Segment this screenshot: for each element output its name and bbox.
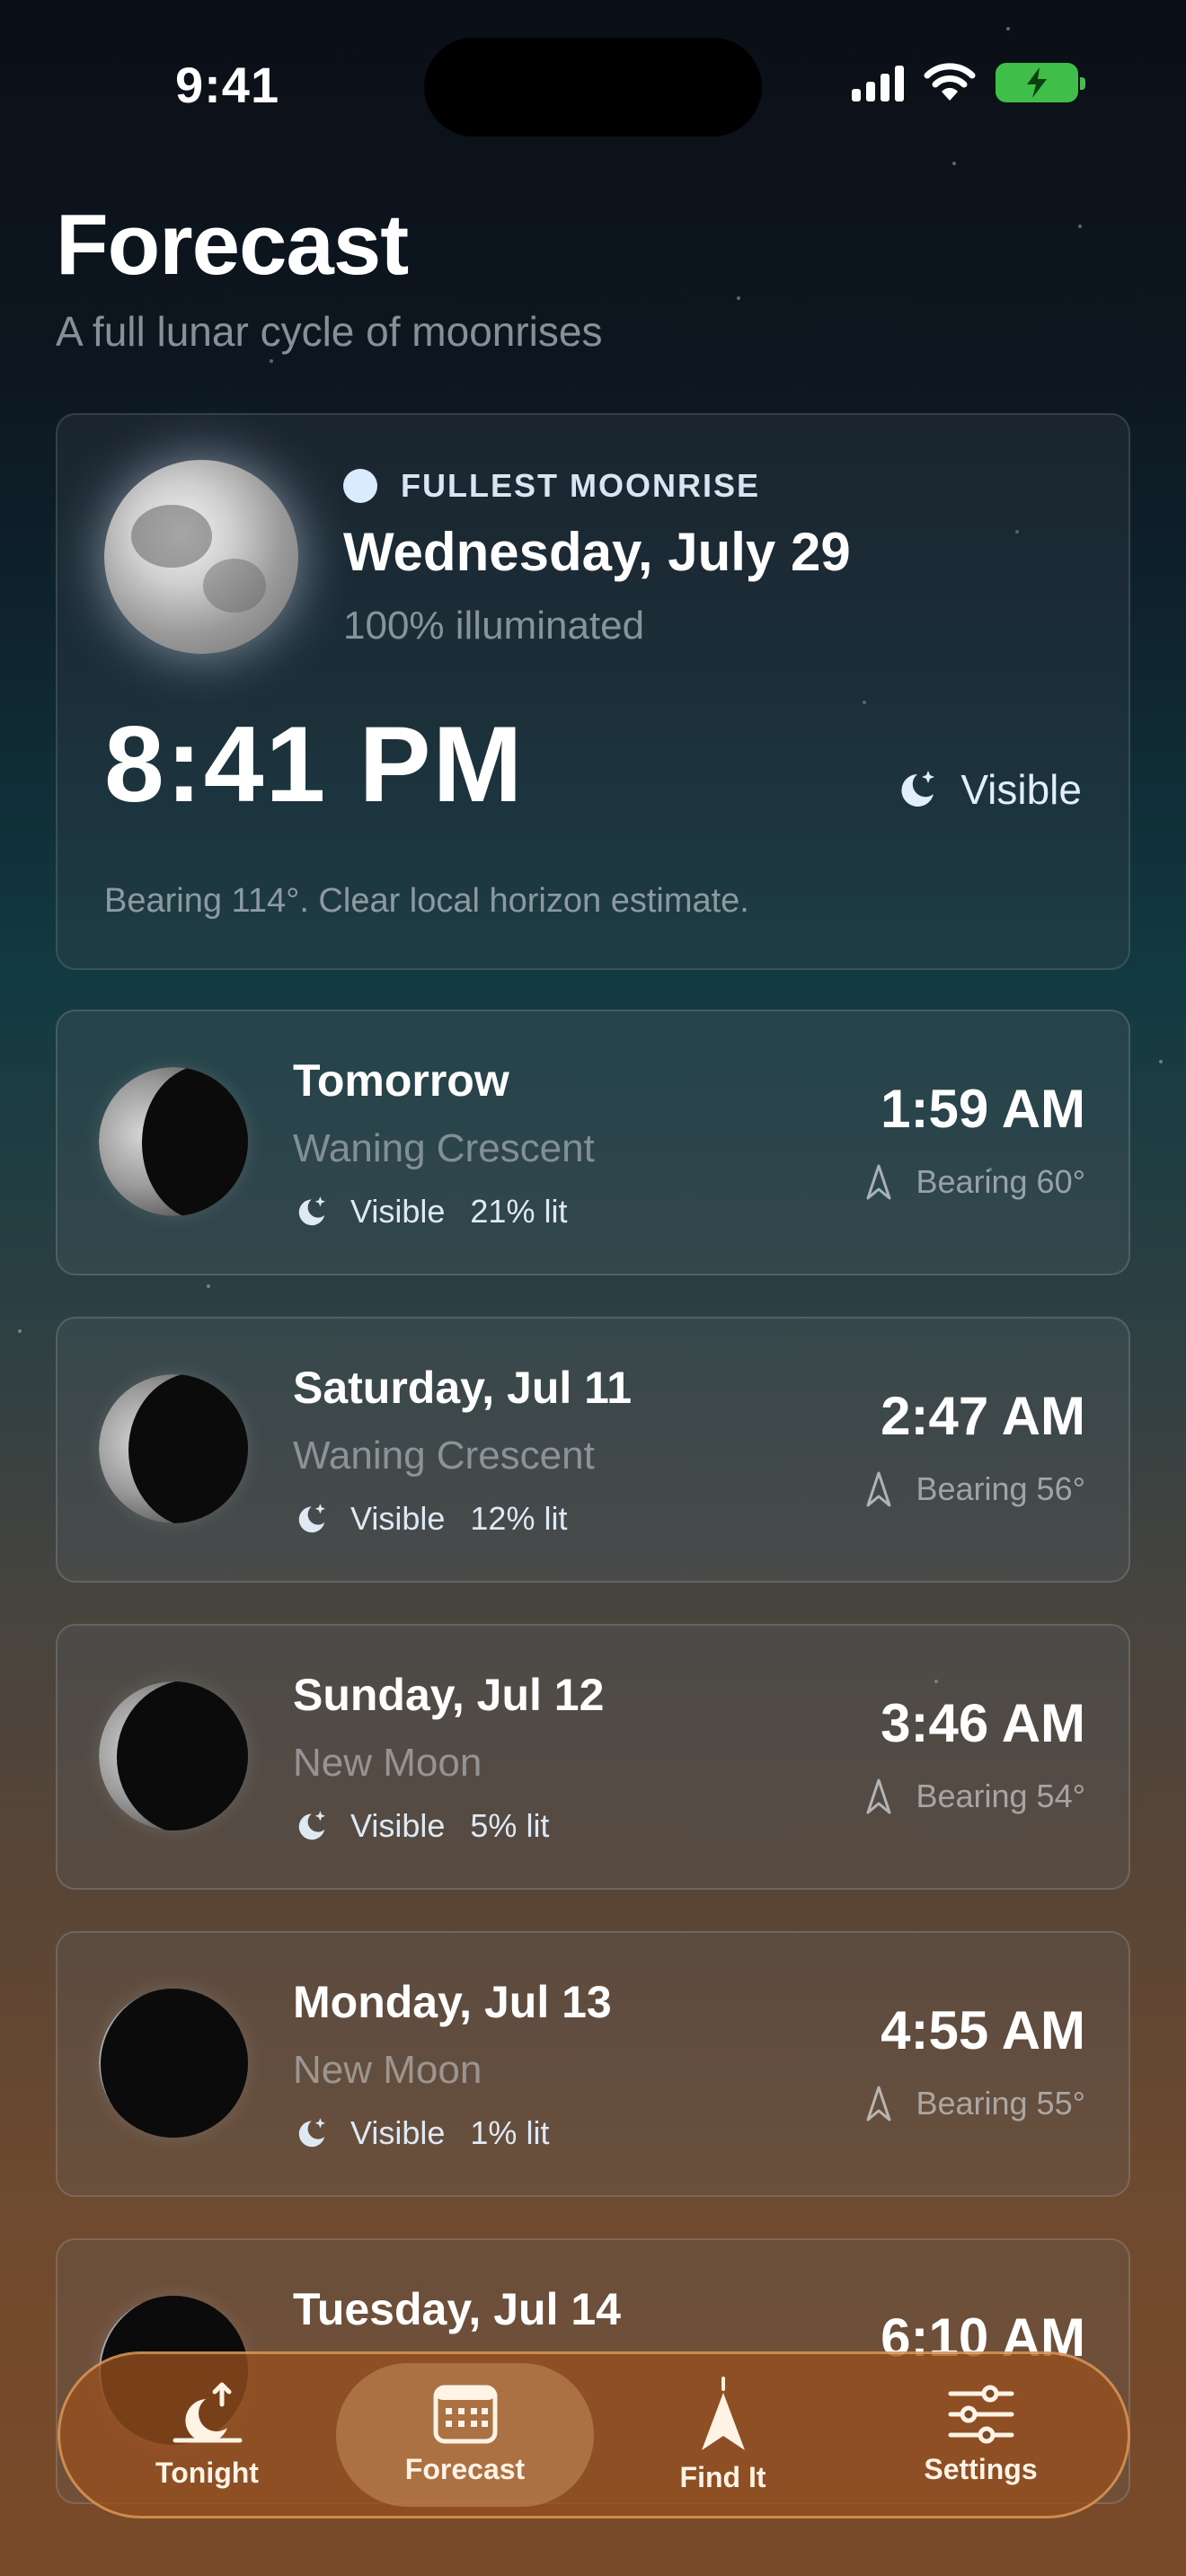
moon-shadow xyxy=(128,1374,248,1523)
page-title: Forecast xyxy=(56,197,409,293)
tab-bar: Tonight Forecast Find It Settings xyxy=(58,2351,1130,2519)
day-bearing: Bearing 60° xyxy=(865,1162,1085,1202)
day-phase: New Moon xyxy=(293,2048,482,2092)
wifi-icon xyxy=(924,63,976,101)
day-bearing-label: Bearing 60° xyxy=(916,1163,1085,1200)
day-moonrise-time: 4:55 AM xyxy=(881,2000,1085,2060)
moon-phase-image xyxy=(99,1989,248,2138)
moonrise-icon xyxy=(173,2382,242,2442)
day-visibility: Visible xyxy=(350,1807,446,1844)
compass-arrow-icon xyxy=(701,2376,745,2450)
moon-phase-image xyxy=(99,1374,248,1523)
bearing-arrow-icon xyxy=(866,1471,891,1507)
day-meta: Visible 1% lit xyxy=(293,2114,549,2152)
moon-phase-image xyxy=(99,1067,248,1216)
moon-phase-image xyxy=(99,1681,248,1831)
cellular-signal-icon xyxy=(852,64,904,101)
day-lit-percent: 21% lit xyxy=(470,1193,568,1230)
day-meta: Visible 5% lit xyxy=(293,1807,549,1845)
moon-stars-icon xyxy=(298,1196,325,1226)
day-bearing-label: Bearing 56° xyxy=(916,1470,1085,1507)
day-phase: Waning Crescent xyxy=(293,1434,595,1478)
fullest-moonrise-card[interactable]: FULLEST MOONRISE Wednesday, July 29 100%… xyxy=(56,413,1130,970)
day-title: Saturday, Jul 11 xyxy=(293,1363,633,1413)
moon-stars-icon xyxy=(298,1504,325,1533)
day-visibility: Visible xyxy=(350,1193,446,1230)
day-visibility: Visible xyxy=(350,1500,446,1537)
bearing-arrow-icon xyxy=(866,1164,891,1200)
moonrise-day-card[interactable]: Saturday, Jul 11 Waning Crescent Visible… xyxy=(56,1317,1130,1583)
tab-label: Find It xyxy=(679,2460,766,2493)
tab-forecast[interactable]: Forecast xyxy=(336,2363,594,2507)
bearing-arrow-icon xyxy=(866,2086,891,2122)
battery-icon xyxy=(996,63,1085,102)
day-bearing: Bearing 55° xyxy=(865,2084,1085,2123)
status-bar: 9:41 xyxy=(0,0,1186,171)
day-bearing: Bearing 54° xyxy=(865,1777,1085,1816)
hero-bearing-note: Bearing 114°. Clear local horizon estima… xyxy=(104,882,749,920)
day-title: Tomorrow xyxy=(293,1055,509,1106)
day-lit-percent: 1% lit xyxy=(470,2114,550,2151)
hero-visibility-label: Visible xyxy=(960,766,1082,813)
tab-label: Settings xyxy=(924,2452,1038,2485)
day-visibility: Visible xyxy=(350,2114,446,2151)
day-lit-percent: 12% lit xyxy=(470,1500,568,1537)
day-phase: Waning Crescent xyxy=(293,1126,595,1170)
day-moonrise-time: 1:59 AM xyxy=(881,1079,1085,1139)
sliders-icon xyxy=(948,2385,1013,2443)
hero-moonrise-time: 8:41 PM xyxy=(104,704,525,825)
tab-label: Tonight xyxy=(155,2456,259,2489)
day-bearing-label: Bearing 55° xyxy=(916,2085,1085,2122)
charging-bolt-icon xyxy=(1027,67,1047,98)
moon-stars-icon xyxy=(901,771,935,807)
day-bearing: Bearing 56° xyxy=(865,1469,1085,1509)
day-moonrise-time: 2:47 AM xyxy=(881,1386,1085,1446)
moon-shadow xyxy=(117,1681,248,1831)
day-moonrise-time: 3:46 AM xyxy=(881,1693,1085,1753)
moon-shadow xyxy=(101,1989,248,2138)
moonrise-day-card[interactable]: Tomorrow Waning Crescent Visible 21% lit… xyxy=(56,1010,1130,1275)
tab-settings[interactable]: Settings xyxy=(852,2363,1110,2507)
full-moon-dot-icon xyxy=(343,469,377,503)
hero-illumination: 100% illuminated xyxy=(343,604,645,648)
hero-label: FULLEST MOONRISE xyxy=(401,467,760,504)
moon-shadow xyxy=(142,1067,248,1216)
calendar-icon xyxy=(433,2385,497,2443)
tab-tonight[interactable]: Tonight xyxy=(78,2363,336,2507)
day-lit-percent: 5% lit xyxy=(470,1807,550,1844)
hero-date: Wednesday, July 29 xyxy=(343,522,851,582)
day-title: Monday, Jul 13 xyxy=(293,1977,612,2027)
tab-find-it[interactable]: Find It xyxy=(594,2363,852,2507)
moon-stars-icon xyxy=(298,1811,325,1840)
status-icons xyxy=(852,63,1085,102)
day-meta: Visible 21% lit xyxy=(293,1193,567,1231)
full-moon-image xyxy=(104,460,298,654)
day-meta: Visible 12% lit xyxy=(293,1500,567,1538)
hero-label-row: FULLEST MOONRISE xyxy=(343,467,760,505)
moonrise-day-card[interactable]: Monday, Jul 13 New Moon Visible 1% lit 4… xyxy=(56,1931,1130,2197)
day-phase: New Moon xyxy=(293,1741,482,1785)
day-title: Sunday, Jul 12 xyxy=(293,1670,605,1720)
day-bearing-label: Bearing 54° xyxy=(916,1778,1085,1814)
dynamic-island xyxy=(424,38,762,137)
status-time: 9:41 xyxy=(175,57,280,113)
tab-label: Forecast xyxy=(404,2452,526,2485)
moonrise-day-card[interactable]: Sunday, Jul 12 New Moon Visible 5% lit 3… xyxy=(56,1624,1130,1890)
bearing-arrow-icon xyxy=(866,1778,891,1814)
page-subtitle: A full lunar cycle of moonrises xyxy=(56,308,603,355)
hero-visibility: Visible xyxy=(894,765,1082,814)
day-title: Tuesday, Jul 14 xyxy=(293,2284,621,2334)
moon-stars-icon xyxy=(298,2118,325,2148)
